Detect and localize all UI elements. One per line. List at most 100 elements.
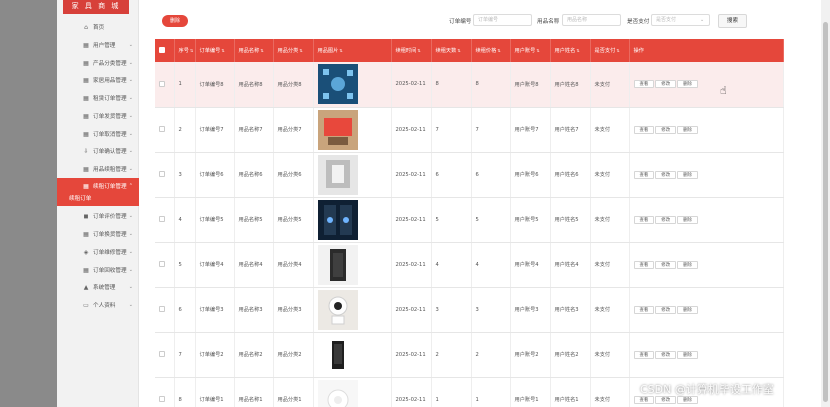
index-cell: 8: [174, 377, 196, 407]
search-button[interactable]: 搜索: [718, 14, 747, 28]
delete-button[interactable]: 删除: [677, 305, 698, 314]
renewal-days-cell: 8: [431, 62, 472, 108]
sort-icon[interactable]: ⇅: [576, 48, 579, 53]
view-button[interactable]: 查看: [633, 215, 655, 224]
sidebar-item[interactable]: ▦ 订单换货管理 ⌄: [57, 226, 139, 242]
sidebar-item[interactable]: ▦ 续租订单管理 ⌃: [57, 178, 139, 194]
row-select-cell[interactable]: [155, 332, 175, 378]
edit-button[interactable]: 修改: [655, 350, 677, 359]
sidebar-item[interactable]: ▦ 订单取消管理 ⌄: [57, 126, 139, 142]
item-thumbnail[interactable]: [317, 109, 358, 150]
menu-icon: ▦: [83, 76, 89, 84]
sidebar-item[interactable]: ⌂ 首页: [57, 19, 139, 35]
table-row[interactable]: 4 订单编号5 用品名称5 用品分类5 2025-02-11 5 5 用户账号5 用户姓名5 未支…: [155, 197, 784, 243]
row-select-cell[interactable]: [155, 62, 175, 108]
row-checkbox[interactable]: [159, 126, 165, 133]
sort-icon[interactable]: ⇅: [190, 48, 193, 53]
sort-icon[interactable]: ⇅: [536, 48, 539, 53]
sort-icon[interactable]: ⇅: [497, 48, 500, 53]
item-name-input[interactable]: 用品名称: [562, 14, 621, 26]
delete-button[interactable]: 删除: [677, 125, 698, 134]
row-select-cell[interactable]: [155, 152, 175, 198]
select-all-checkbox[interactable]: [159, 47, 165, 54]
row-checkbox[interactable]: [159, 396, 165, 403]
delete-button[interactable]: 删除: [677, 260, 698, 269]
sort-icon[interactable]: ⇅: [457, 48, 460, 53]
batch-delete-button[interactable]: 删除: [162, 15, 188, 27]
sort-icon[interactable]: ⇅: [417, 48, 420, 53]
row-select-cell[interactable]: [155, 107, 175, 153]
table-row[interactable]: 2 订单编号7 用品名称7 用品分类7 2025-02-11 7 7 用户账号7 用户姓名7 未支…: [155, 107, 784, 153]
row-select-cell[interactable]: [155, 242, 175, 288]
edit-button[interactable]: 修改: [655, 170, 677, 179]
sort-icon[interactable]: ⇅: [339, 48, 342, 53]
table-row[interactable]: 5 订单编号4 用品名称4 用品分类4 2025-02-11 4 4 用户账号4 用户姓名4 未支…: [155, 242, 784, 288]
item-thumbnail[interactable]: [317, 244, 358, 285]
sort-icon[interactable]: ⇅: [299, 48, 302, 53]
view-button[interactable]: 查看: [633, 125, 655, 134]
view-button[interactable]: 查看: [633, 80, 655, 89]
sidebar-item[interactable]: ▦ 订单发货管理 ⌄: [57, 108, 139, 124]
sort-icon[interactable]: ⇅: [260, 48, 263, 53]
sidebar-item[interactable]: ⇩ 订单确认管理 ⌄: [57, 143, 139, 159]
edit-button[interactable]: 修改: [655, 260, 677, 269]
sidebar-item-label: 订单评价管理: [93, 214, 127, 220]
table-header-row: 序号⇅ 订单编号⇅ 用品名称⇅ 用品分类⇅ 用品图片⇅ 续租时间⇅ 续租天数⇅ 续租价格⇅ 用户…: [155, 39, 784, 62]
delete-button[interactable]: 删除: [677, 170, 698, 179]
order-no-input[interactable]: 订单编号: [473, 14, 532, 26]
delete-button[interactable]: 删除: [677, 350, 698, 359]
watermark: CSDN @计算机毕设工作室: [640, 383, 774, 396]
view-button[interactable]: 查看: [633, 170, 655, 179]
row-checkbox[interactable]: [159, 216, 165, 223]
edit-button[interactable]: 修改: [655, 125, 677, 134]
row-checkbox[interactable]: [159, 81, 165, 87]
item-thumbnail[interactable]: [317, 154, 358, 195]
item-thumbnail[interactable]: [317, 199, 358, 240]
view-button[interactable]: 查看: [633, 260, 655, 269]
table-row[interactable]: 6 订单编号3 用品名称3 用品分类3 2025-02-11 3 3 用户账号3 用户姓名3 未支…: [155, 287, 784, 333]
index-cell: 7: [174, 332, 196, 378]
edit-button[interactable]: 修改: [655, 305, 677, 314]
sidebar-item[interactable]: ▲ 系统管理 ⌄: [57, 279, 139, 295]
item-thumbnail[interactable]: [317, 379, 358, 407]
row-checkbox[interactable]: [159, 261, 165, 268]
select-all-header[interactable]: [155, 39, 175, 62]
user-name-cell: 用户姓名5: [550, 197, 591, 243]
sidebar-item[interactable]: ◼ 订单评价管理 ⌄: [57, 208, 139, 224]
sidebar-item[interactable]: ▦ 用品续租管理 ⌄: [57, 161, 139, 177]
table-row[interactable]: 3 订单编号6 用品名称6 用品分类6 2025-02-11 6 6 用户账号6 用户姓名6 未支…: [155, 152, 784, 198]
column-header: 用户账号⇅: [510, 39, 551, 62]
item-thumbnail[interactable]: [317, 289, 358, 330]
view-button[interactable]: 查看: [633, 305, 655, 314]
row-checkbox[interactable]: [159, 351, 165, 358]
delete-button[interactable]: 删除: [677, 80, 698, 89]
delete-button[interactable]: 删除: [677, 215, 698, 224]
sidebar-item-label: 订单换货管理: [93, 232, 127, 238]
edit-button[interactable]: 修改: [655, 215, 677, 224]
edit-button[interactable]: 修改: [655, 80, 677, 89]
item-category-cell: 用品分类6: [273, 152, 314, 198]
sidebar-subitem-active[interactable]: 续租订单: [57, 193, 139, 206]
row-checkbox[interactable]: [159, 171, 165, 178]
sidebar-item[interactable]: ▦ 用户管理 ⌄: [57, 37, 139, 53]
sidebar-item[interactable]: ▦ 订单回收管理 ⌄: [57, 262, 139, 278]
item-thumbnail[interactable]: [317, 334, 358, 375]
item-thumbnail[interactable]: [317, 64, 358, 105]
row-select-cell[interactable]: [155, 197, 175, 243]
table-row[interactable]: 7 订单编号2 用品名称2 用品分类2 2025-02-11 2 2 用户账号2 用户姓名2 未支…: [155, 332, 784, 378]
table-row[interactable]: 1 订单编号8 用品名称8 用品分类8 2025-02-11 8 8 用户账号8 用户姓名8 未支…: [155, 62, 784, 108]
view-button[interactable]: 查看: [633, 350, 655, 359]
sidebar-item[interactable]: ▭ 个人资料 ⌄: [57, 297, 139, 313]
sidebar-item-label: 订单回收管理: [93, 268, 127, 274]
sort-icon[interactable]: ⇅: [616, 48, 619, 53]
mouse-cursor-icon: ☝: [720, 84, 727, 97]
sidebar-item[interactable]: ▦ 租赁订单管理 ⌄: [57, 90, 139, 106]
row-select-cell[interactable]: [155, 377, 175, 407]
sort-icon[interactable]: ⇅: [221, 48, 224, 53]
sidebar-item[interactable]: ▦ 产品分类管理 ⌄: [57, 55, 139, 71]
row-checkbox[interactable]: [159, 306, 165, 313]
sidebar-item[interactable]: ▦ 家居用品管理 ⌄: [57, 72, 139, 88]
sidebar-item[interactable]: ◈ 订单维修管理 ⌄: [57, 244, 139, 260]
row-select-cell[interactable]: [155, 287, 175, 333]
scrollbar-thumb[interactable]: [823, 22, 828, 402]
